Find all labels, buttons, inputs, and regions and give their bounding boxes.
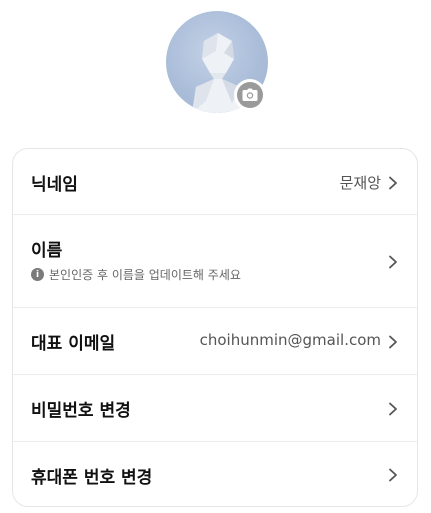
info-icon: i <box>31 268 44 281</box>
name-hint: i 본인인증 후 이름을 업데이트해 주세요 <box>31 266 241 283</box>
name-row[interactable]: 이름 i 본인인증 후 이름을 업데이트해 주세요 <box>13 215 417 308</box>
name-label: 이름 <box>31 241 63 261</box>
name-hint-text: 본인인증 후 이름을 업데이트해 주세요 <box>49 268 241 282</box>
email-value: choihunmin@gmail.com <box>199 331 381 349</box>
account-settings-card: 닉네임 문재앙 이름 i 본인인증 후 이름을 업데이트해 주세요 대표 이메일… <box>12 148 418 507</box>
chevron-right-icon <box>389 402 397 416</box>
change-password-label: 비밀번호 변경 <box>31 401 131 421</box>
change-phone-row[interactable]: 휴대폰 번호 변경 <box>13 442 417 506</box>
nickname-value: 문재앙 <box>339 174 381 192</box>
nickname-row[interactable]: 닉네임 문재앙 <box>13 149 417 215</box>
email-label: 대표 이메일 <box>31 334 116 354</box>
change-phone-label: 휴대폰 번호 변경 <box>31 468 153 488</box>
chevron-right-icon <box>389 255 397 269</box>
nickname-label: 닉네임 <box>31 175 78 195</box>
chevron-right-icon <box>389 335 397 349</box>
chevron-right-icon <box>389 468 397 482</box>
change-photo-button[interactable] <box>234 79 266 111</box>
change-password-row[interactable]: 비밀번호 변경 <box>13 375 417 442</box>
camera-icon <box>237 82 263 108</box>
chevron-right-icon <box>389 176 397 190</box>
email-row[interactable]: 대표 이메일 choihunmin@gmail.com <box>13 308 417 375</box>
